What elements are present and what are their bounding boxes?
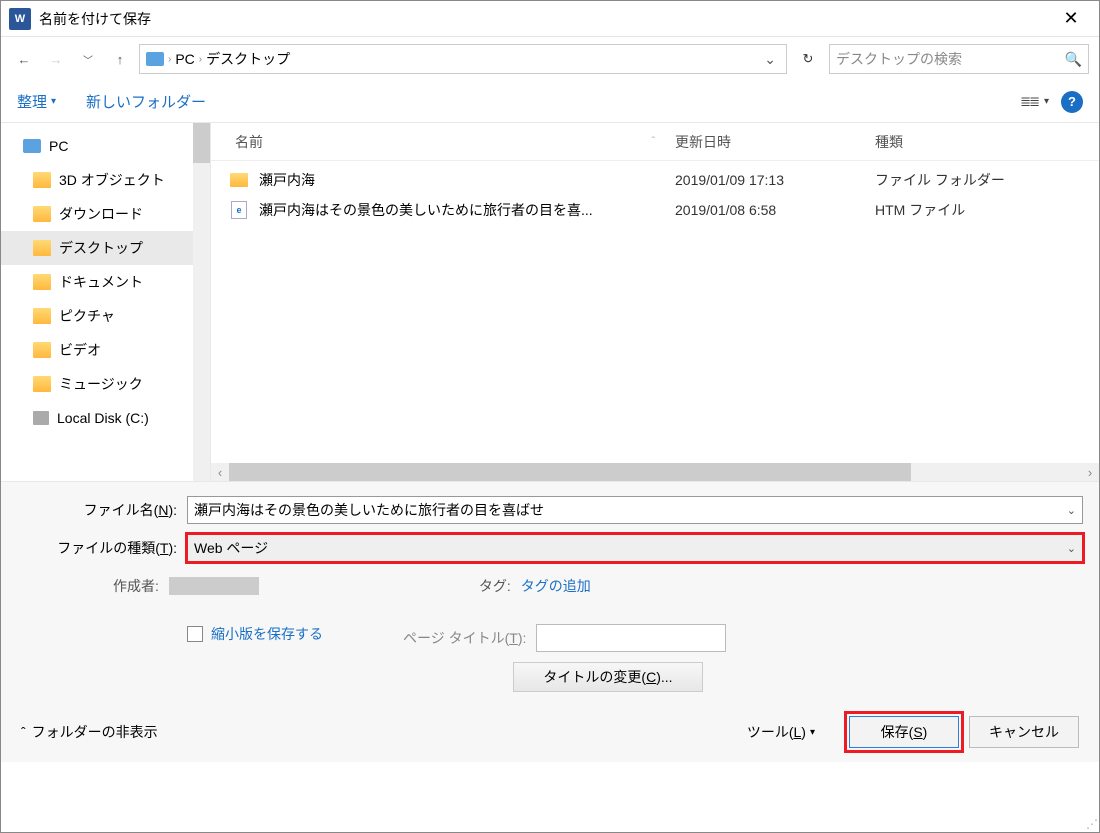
save-button[interactable]: 保存(S) (849, 716, 959, 748)
file-name: 瀬戸内海はその景色の美しいために旅行者の目を喜... (259, 200, 675, 220)
nav-row: ← → ﹀ ↑ › PC › デスクトップ ⌄ ↻ デスクトップの検索 🔍 (1, 37, 1099, 81)
author-label: 作成者: (113, 576, 169, 596)
filetype-select[interactable]: Web ページ ⌄ (187, 534, 1083, 562)
folder-icon (33, 274, 51, 290)
folder-icon (33, 342, 51, 358)
file-type: HTM ファイル (875, 200, 1099, 220)
chevron-down-icon[interactable]: ⌄ (1067, 504, 1076, 517)
file-header: 名前ˆ 更新日時 種類 (211, 123, 1099, 161)
breadcrumb-dropdown-icon[interactable]: ⌄ (764, 51, 780, 68)
organize-button[interactable]: 整理▾ (17, 91, 56, 112)
file-date: 2019/01/08 6:58 (675, 202, 875, 218)
word-icon: W (9, 8, 31, 30)
recent-dropdown[interactable]: ﹀ (75, 46, 101, 72)
pc-mini-icon (146, 52, 164, 66)
file-list-pane: 名前ˆ 更新日時 種類 瀬戸内海 2019/01/09 17:13 ファイル フ… (211, 123, 1099, 481)
hide-folders-toggle[interactable]: ˆ フォルダーの非表示 (21, 722, 158, 742)
main-area: PC 3D オブジェクト ダウンロード デスクトップ ドキュメント ピクチャ ビ… (1, 123, 1099, 481)
tree-local-disk-c[interactable]: Local Disk (C:) (1, 401, 210, 435)
tree-3d-objects[interactable]: 3D オブジェクト (1, 163, 210, 197)
toolbar: 整理▾ 新しいフォルダー ≣≣▾ ? (1, 81, 1099, 123)
file-date: 2019/01/09 17:13 (675, 172, 875, 188)
tag-label: タグ: (479, 576, 521, 596)
breadcrumb-desktop[interactable]: デスクトップ (206, 49, 290, 69)
pc-icon (23, 139, 41, 153)
tree-downloads[interactable]: ダウンロード (1, 197, 210, 231)
folder-tree: PC 3D オブジェクト ダウンロード デスクトップ ドキュメント ピクチャ ビ… (1, 123, 211, 481)
file-type: ファイル フォルダー (875, 170, 1099, 190)
file-row[interactable]: 瀬戸内海 2019/01/09 17:13 ファイル フォルダー (211, 165, 1099, 195)
filename-label: ファイル名(N): (17, 500, 187, 520)
add-tag-link[interactable]: タグの追加 (521, 576, 591, 596)
tree-pictures[interactable]: ピクチャ (1, 299, 210, 333)
file-name: 瀬戸内海 (259, 170, 675, 190)
page-title-input[interactable] (536, 624, 726, 652)
resize-grip-icon[interactable]: ⋰ (1086, 817, 1098, 831)
folder-icon (33, 376, 51, 392)
chevron-up-icon: ˆ (21, 724, 26, 740)
chevron-right-icon: › (199, 54, 202, 65)
window-title: 名前を付けて保存 (39, 9, 151, 29)
folder-icon (33, 172, 51, 188)
up-button[interactable]: ↑ (107, 46, 133, 72)
chevron-right-icon: › (168, 54, 171, 65)
sort-indicator-icon: ˆ (652, 136, 655, 147)
folder-icon (33, 308, 51, 324)
save-thumbnail-label: 縮小版を保存する (211, 624, 323, 644)
forward-button[interactable]: → (43, 46, 69, 72)
search-icon: 🔍 (1065, 51, 1082, 68)
breadcrumb-pc[interactable]: PC (175, 51, 194, 67)
footer: ˆ フォルダーの非表示 ツール(L)▾ 保存(S) キャンセル ⋰ (1, 702, 1099, 762)
horizontal-scrollbar[interactable]: ‹ › (211, 463, 1099, 481)
change-title-button[interactable]: タイトルの変更(C)... (513, 662, 703, 692)
scroll-right-icon[interactable]: › (1081, 463, 1099, 481)
tree-videos[interactable]: ビデオ (1, 333, 210, 367)
tree-desktop[interactable]: デスクトップ (1, 231, 210, 265)
back-button[interactable]: ← (11, 46, 37, 72)
new-folder-button[interactable]: 新しいフォルダー (86, 91, 206, 112)
page-title-label: ページ タイトル(T): (403, 628, 526, 648)
refresh-button[interactable]: ↻ (793, 44, 823, 74)
column-type[interactable]: 種類 (875, 132, 1099, 152)
save-thumbnail-checkbox[interactable] (187, 626, 203, 642)
cancel-button[interactable]: キャンセル (969, 716, 1079, 748)
column-date[interactable]: 更新日時 (675, 132, 875, 152)
column-name[interactable]: 名前ˆ (235, 132, 675, 152)
view-options-button[interactable]: ≣≣▾ (1020, 94, 1049, 110)
disk-icon (33, 411, 49, 425)
title-bar: W 名前を付けて保存 ✕ (1, 1, 1099, 37)
search-placeholder: デスクトップの検索 (836, 49, 962, 69)
html-file-icon: e (229, 201, 249, 219)
scroll-left-icon[interactable]: ‹ (211, 463, 229, 481)
tools-menu[interactable]: ツール(L)▾ (747, 722, 815, 742)
folder-icon (33, 206, 51, 222)
chevron-down-icon[interactable]: ⌄ (1067, 542, 1076, 555)
help-button[interactable]: ? (1061, 91, 1083, 113)
folder-icon (229, 173, 249, 187)
file-row[interactable]: e 瀬戸内海はその景色の美しいために旅行者の目を喜... 2019/01/08 … (211, 195, 1099, 225)
tree-documents[interactable]: ドキュメント (1, 265, 210, 299)
tree-scrollbar[interactable] (193, 123, 210, 481)
tree-music[interactable]: ミュージック (1, 367, 210, 401)
folder-icon (33, 240, 51, 256)
breadcrumb-bar[interactable]: › PC › デスクトップ ⌄ (139, 44, 787, 74)
search-input[interactable]: デスクトップの検索 🔍 (829, 44, 1089, 74)
filename-input[interactable]: 瀬戸内海はその景色の美しいために旅行者の目を喜ばせ ⌄ (187, 496, 1083, 524)
filetype-label: ファイルの種類(T): (17, 538, 187, 558)
tree-pc[interactable]: PC (1, 129, 210, 163)
author-value[interactable] (169, 577, 259, 595)
bottom-panel: ファイル名(N): 瀬戸内海はその景色の美しいために旅行者の目を喜ばせ ⌄ ファ… (1, 481, 1099, 702)
close-button[interactable]: ✕ (1051, 4, 1091, 34)
